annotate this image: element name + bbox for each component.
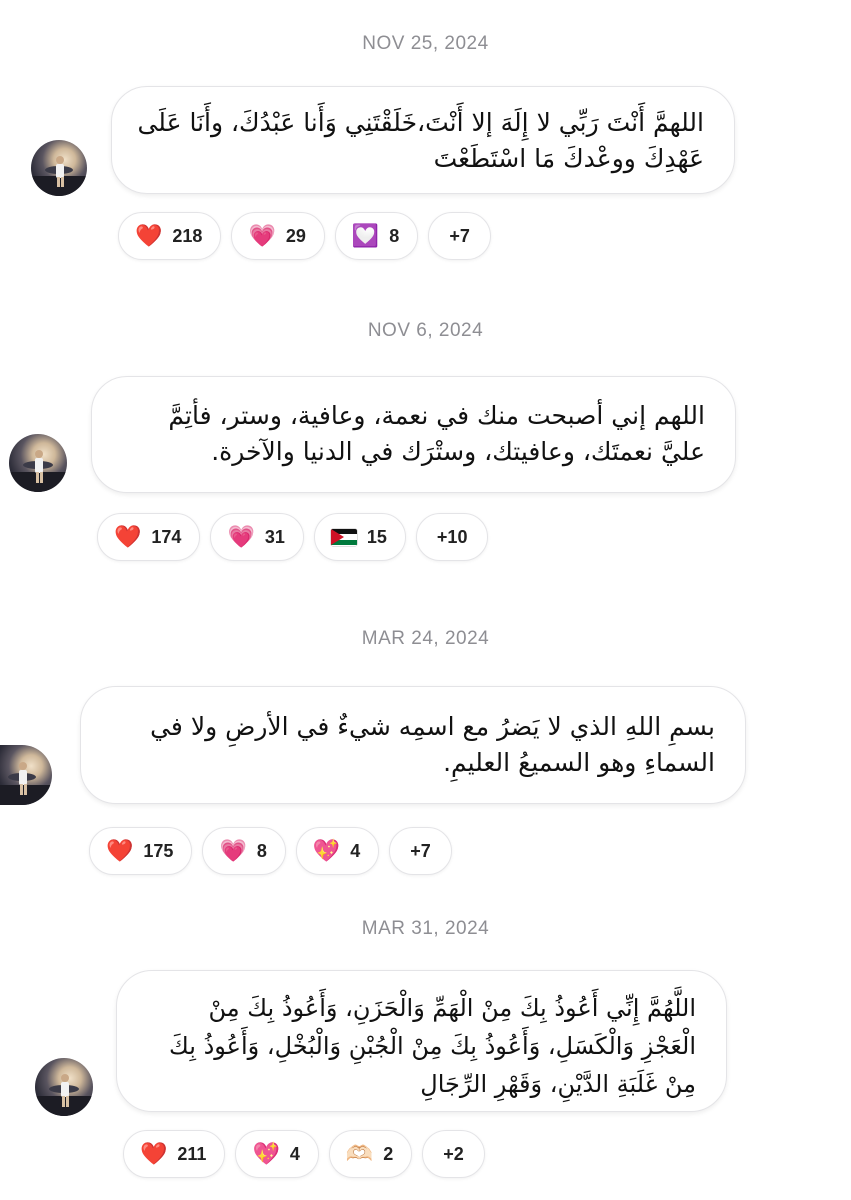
reaction-pill[interactable]: 15	[313, 513, 406, 561]
reaction-bar: ❤️ 218 💗 29 💟 8 +7	[118, 212, 491, 260]
red-heart-icon: ❤️	[135, 223, 163, 248]
reaction-pill[interactable]: 💟 8	[334, 212, 419, 260]
reaction-pill[interactable]: 💖 4	[235, 1130, 319, 1178]
more-reactions-button[interactable]: +10	[415, 513, 489, 561]
reaction-bar: ❤️ 211 💖 4 🫶🏻 2 +2	[123, 1130, 485, 1178]
reaction-pill[interactable]: ❤️ 174	[97, 513, 201, 561]
red-heart-icon: ❤️	[106, 838, 134, 863]
avatar[interactable]	[35, 1058, 93, 1116]
reaction-count: 8	[389, 225, 400, 246]
message-text: اللهم إني أصبحت منك في نعمة، وعافية، وست…	[168, 401, 705, 466]
reaction-pill[interactable]: 💖 4	[295, 827, 380, 875]
heart-hands-icon: 🫶🏻	[345, 1141, 374, 1166]
message-text: اللهمَّ أَنْتَ رَبِّي لا إِلَهَ إلا أَنْ…	[137, 108, 704, 173]
reaction-count: 15	[366, 526, 387, 547]
avatar-photo-icon	[9, 450, 67, 492]
avatar[interactable]	[0, 745, 52, 805]
more-reactions-button[interactable]: +7	[428, 212, 491, 260]
reaction-pill[interactable]: 💗 29	[231, 212, 325, 260]
reaction-count: 8	[256, 840, 267, 861]
more-reactions-button[interactable]: +2	[422, 1130, 485, 1178]
reaction-pill[interactable]: 💗 31	[210, 513, 304, 561]
message-bubble[interactable]: بسمِ اللهِ الذي لا يَضرُ مع اسمِه شيءٌ ف…	[80, 686, 746, 804]
reaction-pill[interactable]: 🫶🏻 2	[328, 1130, 413, 1178]
reaction-count: 175	[143, 840, 174, 861]
avatar[interactable]	[31, 140, 87, 196]
heart-decoration-icon: 💟	[351, 223, 380, 248]
red-heart-icon: ❤️	[114, 524, 142, 549]
avatar-photo-icon	[0, 762, 52, 805]
post-date: MAR 24, 2024	[361, 628, 490, 649]
post-date: MAR 31, 2024	[361, 918, 490, 939]
reaction-count: 31	[264, 526, 285, 547]
more-reactions-button[interactable]: +7	[389, 827, 452, 875]
post-date: NOV 6, 2024	[367, 320, 484, 341]
reaction-pill[interactable]: ❤️ 218	[118, 212, 222, 260]
avatar[interactable]	[9, 434, 67, 492]
reaction-pill[interactable]: 💗 8	[202, 827, 286, 875]
message-bubble[interactable]: اللهمَّ أَنْتَ رَبِّي لا إِلَهَ إلا أَنْ…	[111, 86, 735, 194]
message-bubble[interactable]: اللَّهُمَّ إِنِّي أَعُوذُ بِكَ مِنْ الْه…	[116, 970, 727, 1112]
growing-heart-icon: 💗	[219, 838, 247, 863]
sparkling-heart-icon: 💖	[252, 1141, 280, 1166]
post-date: NOV 25, 2024	[362, 33, 489, 54]
reaction-count: 174	[151, 526, 182, 547]
message-bubble[interactable]: اللهم إني أصبحت منك في نعمة، وعافية، وست…	[91, 376, 736, 493]
growing-heart-icon: 💗	[248, 223, 276, 248]
reaction-count: 29	[285, 225, 306, 246]
palestine-flag-icon	[330, 528, 357, 546]
avatar-photo-icon	[35, 1074, 93, 1116]
message-text: اللَّهُمَّ إِنِّي أَعُوذُ بِكَ مِنْ الْه…	[169, 994, 696, 1098]
reaction-count: 218	[172, 225, 203, 246]
message-text: بسمِ اللهِ الذي لا يَضرُ مع اسمِه شيءٌ ف…	[150, 712, 715, 777]
reaction-bar: ❤️ 174 💗 31 15 +10	[97, 513, 489, 561]
reaction-pill[interactable]: ❤️ 175	[89, 827, 193, 875]
reaction-bar: ❤️ 175 💗 8 💖 4 +7	[89, 827, 452, 875]
growing-heart-icon: 💗	[227, 524, 255, 549]
sparkling-heart-icon: 💖	[312, 838, 341, 863]
reaction-count: 4	[289, 1143, 300, 1164]
reaction-count: 211	[177, 1143, 207, 1164]
avatar-photo-icon	[31, 156, 87, 196]
reaction-count: 2	[383, 1143, 394, 1164]
reaction-pill[interactable]: ❤️ 211	[123, 1130, 226, 1178]
reaction-count: 4	[350, 840, 361, 861]
red-heart-icon: ❤️	[140, 1141, 168, 1166]
